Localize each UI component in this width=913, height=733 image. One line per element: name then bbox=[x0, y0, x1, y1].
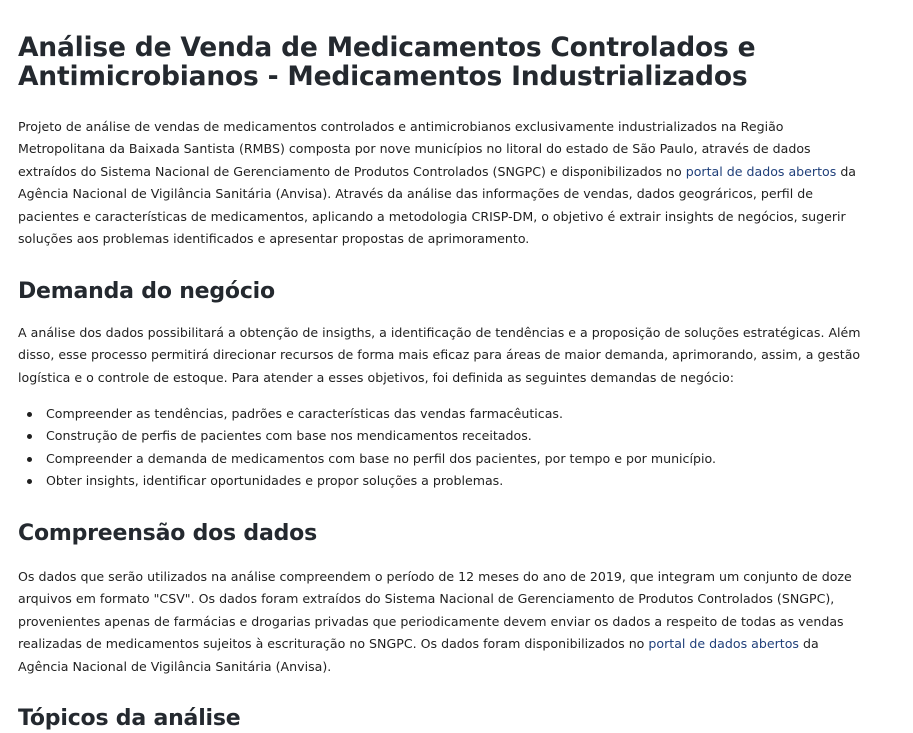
page-title: Análise de Venda de Medicamentos Control… bbox=[18, 32, 756, 92]
compreensao-open-data-portal-link[interactable]: portal de dados abertos bbox=[648, 636, 799, 651]
section-heading-compreensao: Compreensão dos dados bbox=[18, 521, 317, 546]
demanda-list: Compreender as tendências, padrões e car… bbox=[18, 403, 868, 493]
list-item: Construção de perfis de pacientes com ba… bbox=[18, 425, 868, 447]
list-item: Compreender a demanda de medicamentos co… bbox=[18, 448, 868, 470]
bullet-icon bbox=[27, 412, 32, 417]
demanda-paragraph: A análise dos dados possibilitará a obte… bbox=[18, 325, 861, 385]
list-item-text: Obter insights, identificar oportunidade… bbox=[46, 473, 504, 489]
section-heading-demanda: Demanda do negócio bbox=[18, 279, 275, 304]
intro-paragraph: Projeto de análise de vendas de medicame… bbox=[18, 116, 868, 250]
list-item-text: Compreender a demanda de medicamentos co… bbox=[46, 450, 716, 466]
list-item-text: Compreender as tendências, padrões e car… bbox=[46, 406, 563, 421]
list-item-text: Construção de perfis de pacientes com ba… bbox=[46, 428, 532, 444]
bullet-icon bbox=[27, 479, 32, 485]
bullet-icon bbox=[27, 456, 32, 462]
list-item: Compreender as tendências, padrões e car… bbox=[18, 403, 868, 425]
bullet-icon bbox=[27, 434, 32, 440]
intro-open-data-portal-link[interactable]: portal de dados abertos bbox=[686, 164, 837, 179]
compreensao-paragraph: Os dados que serão utilizados na análise… bbox=[18, 566, 868, 678]
list-item: Obter insights, identificar oportunidade… bbox=[18, 470, 868, 492]
